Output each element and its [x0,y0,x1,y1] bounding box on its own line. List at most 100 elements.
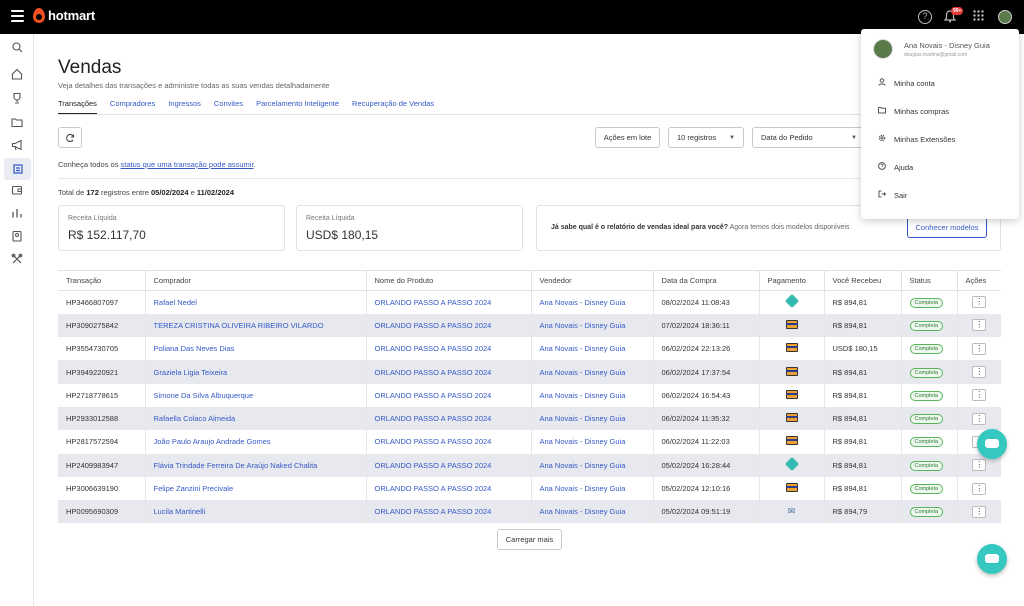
col-status[interactable]: Status [901,270,958,291]
know-models-button[interactable]: Conhecer modelos [907,216,987,238]
menu-icon[interactable] [11,10,24,22]
buyer-link[interactable]: Rafaella Colaco Almeida [145,406,367,431]
promo-bold: Já sabe qual é o relatório de vendas ide… [551,224,729,231]
menu-item-sair[interactable]: Sair [877,190,907,200]
apps-grid-icon[interactable] [971,10,985,24]
seller-link[interactable]: Ana Novais - Disney Guia [531,290,654,314]
buyer-link[interactable]: Lucila Martinelli [145,500,367,524]
buyer-link[interactable]: Simone Da Silva Albuquerque [145,383,367,407]
more-actions-icon[interactable]: ⋮ [972,412,987,425]
date-filter-select[interactable]: Data do Pedido ▼ [752,127,864,148]
menu-item-minhas-compras[interactable]: Minhas compras [877,106,949,116]
bulk-actions-button[interactable]: Ações em lote [595,127,660,148]
product-link[interactable]: ORLANDO PASSO A PASSO 2024 [366,383,532,407]
seller-link[interactable]: Ana Novais - Disney Guia [531,500,654,524]
analytics-icon[interactable] [9,207,25,223]
menu-item-minha-conta[interactable]: Minha conta [877,78,935,88]
megaphone-icon[interactable] [9,139,25,155]
seller-link[interactable]: Ana Novais - Disney Guia [531,337,654,361]
refresh-button[interactable] [58,127,82,148]
product-link[interactable]: ORLANDO PASSO A PASSO 2024 [366,430,532,454]
seller-link[interactable]: Ana Novais - Disney Guia [531,453,654,477]
table-row[interactable]: HP3466807097 Rafael Nedel ORLANDO PASSO A … [58,290,1001,314]
home-icon[interactable] [9,68,25,84]
buyer-link[interactable]: João Paulo Araujo Andrade Gomes [145,430,367,454]
product-link[interactable]: ORLANDO PASSO A PASSO 2024 [366,476,532,501]
buyer-link[interactable]: Rafael Nedel [145,290,367,314]
payment-method [759,406,825,431]
seller-link[interactable]: Ana Novais - Disney Guia [531,406,654,431]
trophy-icon[interactable] [9,92,25,108]
table-row[interactable]: HP2933012588 Rafaella Colaco Almeida ORLAN… [58,406,1001,431]
load-more-button[interactable]: Carregar mais [497,529,562,550]
product-link[interactable]: ORLANDO PASSO A PASSO 2024 [366,313,532,338]
seller-link[interactable]: Ana Novais - Disney Guia [531,383,654,407]
tab-compradores[interactable]: Compradores [110,99,155,114]
product-link[interactable]: ORLANDO PASSO A PASSO 2024 [366,453,532,477]
col-vendedor[interactable]: Vendedor [531,270,654,291]
tab-recuperacao[interactable]: Recuperação de Vendas [352,99,434,114]
seller-link[interactable]: Ana Novais - Disney Guia [531,430,654,454]
buyer-link[interactable]: Graziela Ligia Teixeira [145,360,367,384]
status-cell: Completa [901,313,958,338]
hotmart-logo[interactable]: hotmart [33,8,95,23]
more-actions-icon[interactable]: ⋮ [972,296,987,309]
product-link[interactable]: ORLANDO PASSO A PASSO 2024 [366,406,532,431]
tab-convites[interactable]: Convites [214,99,243,114]
tab-ingressos[interactable]: Ingressos [168,99,201,114]
status-badge: Completa [909,507,944,518]
status-link[interactable]: status que uma transação pode assumir [121,160,254,169]
more-actions-icon[interactable]: ⋮ [972,319,987,332]
sales-icon[interactable] [4,158,31,180]
table-row[interactable]: HP2718778615 Simone Da Silva Albuquerque O… [58,383,1001,407]
more-actions-icon[interactable]: ⋮ [972,505,987,518]
help-icon[interactable]: ? [918,10,932,24]
product-link[interactable]: ORLANDO PASSO A PASSO 2024 [366,337,532,361]
folder-icon[interactable] [9,116,25,132]
table-row[interactable]: HP3554730705 Poliana Das Neves Dias ORLAND… [58,337,1001,361]
col-produto[interactable]: Nome do Produto [366,270,532,291]
wallet-icon[interactable] [9,184,25,200]
col-recebeu[interactable]: Você Recebeu [824,270,902,291]
product-link[interactable]: ORLANDO PASSO A PASSO 2024 [366,500,532,524]
status-cell: Completa [901,383,958,407]
help-icon [877,162,886,172]
seller-link[interactable]: Ana Novais - Disney Guia [531,313,654,338]
buyer-link[interactable]: TEREZA CRISTINA OLIVEIRA RIBEIRO VILARDO [145,313,367,338]
table-row[interactable]: HP2817572594 João Paulo Araujo Andrade Go… [58,430,1001,454]
table-row[interactable]: HP0095690309 Lucila Martinelli ORLANDO PAS… [58,500,1001,524]
status-badge: Completa [909,367,944,378]
more-actions-icon[interactable]: ⋮ [972,342,987,355]
tab-parcelamento[interactable]: Parcelamento Inteligente [256,99,339,114]
more-actions-icon[interactable]: ⋮ [972,389,987,402]
tab-transacoes[interactable]: Transações [58,99,97,114]
menu-item-ajuda[interactable]: Ajuda [877,162,913,172]
chat-button[interactable] [977,429,1007,459]
search-icon[interactable] [9,42,25,58]
col-pagamento[interactable]: Pagamento [759,270,825,291]
col-transacao[interactable]: Transação [58,270,146,291]
seller-link[interactable]: Ana Novais - Disney Guia [531,476,654,501]
product-link[interactable]: ORLANDO PASSO A PASSO 2024 [366,360,532,384]
buyer-link[interactable]: Felipe Zanzini Precivale [145,476,367,501]
col-comprador[interactable]: Comprador [145,270,367,291]
user-avatar[interactable] [998,10,1012,24]
tools-icon[interactable] [9,253,25,269]
buyer-link[interactable]: Poliana Das Neves Dias [145,337,367,361]
menu-item-extensoes[interactable]: Minhas Extensões [877,134,955,144]
transaction-id: HP3554730705 [58,337,146,361]
page-size-select[interactable]: 10 registros ▼ [668,127,744,148]
buyer-link[interactable]: Flávia Trindade Ferreira De Araújo Naked… [145,453,367,477]
col-data[interactable]: Data da Compra [653,270,760,291]
table-row[interactable]: HP3949220921 Graziela Ligia Teixeira ORLAN… [58,360,1001,384]
chat-button[interactable] [977,544,1007,574]
more-actions-icon[interactable]: ⋮ [972,366,987,379]
table-row[interactable]: HP3006639190 Felipe Zanzini Precivale ORLA… [58,476,1001,501]
more-actions-icon[interactable]: ⋮ [972,482,987,495]
product-link[interactable]: ORLANDO PASSO A PASSO 2024 [366,290,532,314]
seller-link[interactable]: Ana Novais - Disney Guia [531,360,654,384]
more-actions-icon[interactable]: ⋮ [972,459,987,472]
table-row[interactable]: HP2409983947 Flávia Trindade Ferreira De … [58,453,1001,477]
member-card-icon[interactable] [9,230,25,246]
table-row[interactable]: HP3090275842 TEREZA CRISTINA OLIVEIRA RIB… [58,313,1001,338]
